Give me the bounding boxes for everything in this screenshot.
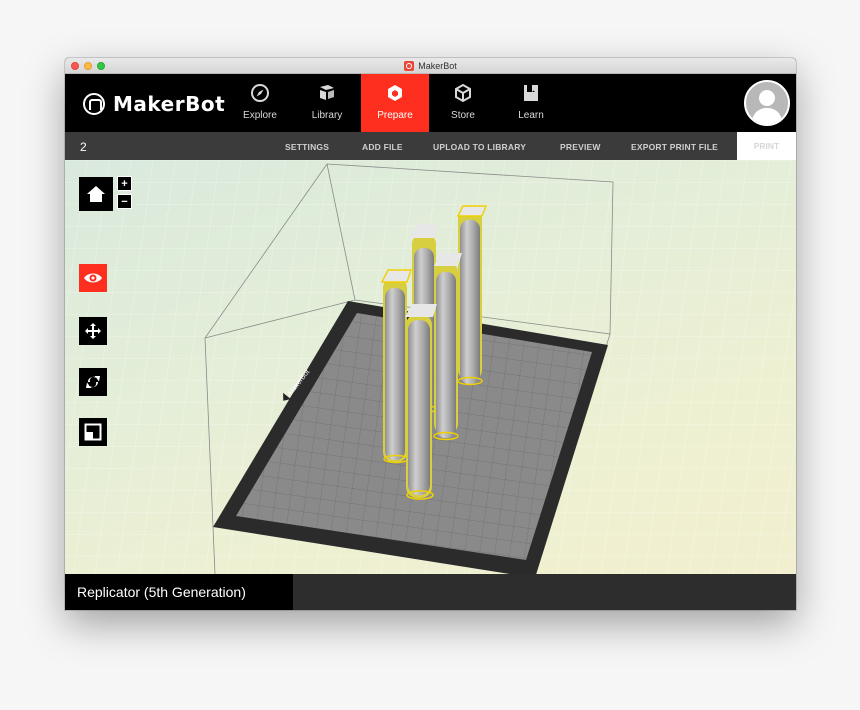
tab-library[interactable]: Library bbox=[293, 74, 361, 132]
stack-icon bbox=[320, 85, 334, 100]
object-count: 2 bbox=[80, 140, 87, 154]
tab-store[interactable]: Store bbox=[429, 74, 497, 132]
scale-tool-button[interactable] bbox=[79, 418, 107, 446]
settings-button[interactable]: SETTINGS bbox=[285, 142, 329, 152]
window-controls bbox=[71, 62, 105, 70]
book-icon bbox=[524, 85, 538, 101]
title-bar: MakerBot bbox=[65, 58, 796, 74]
tab-explore[interactable]: Explore bbox=[226, 74, 294, 132]
home-view-button[interactable] bbox=[79, 177, 113, 211]
printer-selector[interactable]: Replicator (5th Generation) bbox=[65, 574, 293, 610]
view-tool-button[interactable] bbox=[79, 264, 107, 292]
add-file-button[interactable]: ADD FILE bbox=[362, 142, 403, 152]
brand-name: MakerBot bbox=[113, 92, 226, 116]
tab-library-label: Library bbox=[311, 110, 343, 121]
preview-button[interactable]: PREVIEW bbox=[560, 142, 601, 152]
3d-viewport[interactable]: MakerBot + − bbox=[65, 160, 796, 574]
tab-explore-label: Explore bbox=[243, 110, 277, 121]
zoom-out-button[interactable]: − bbox=[117, 194, 132, 209]
user-avatar-icon[interactable] bbox=[744, 80, 790, 126]
tab-learn[interactable]: Learn bbox=[497, 74, 565, 132]
cube-icon bbox=[388, 85, 402, 101]
minimize-window-button[interactable] bbox=[84, 62, 92, 70]
tab-store-label: Store bbox=[451, 110, 475, 121]
prepare-toolbar: 2 SETTINGS ADD FILE UPLOAD TO LIBRARY PR… bbox=[65, 132, 796, 160]
model-column-back bbox=[456, 205, 488, 386]
move-tool-button[interactable] bbox=[79, 317, 107, 345]
upload-to-library-button[interactable]: UPLOAD TO LIBRARY bbox=[433, 142, 526, 152]
app-window: MakerBot MakerBot Explore Library Prepar… bbox=[65, 58, 796, 610]
makerbot-logo[interactable]: MakerBot bbox=[83, 92, 225, 116]
export-print-file-button[interactable]: EXPORT PRINT FILE bbox=[631, 142, 718, 152]
tab-prepare[interactable]: Prepare bbox=[361, 74, 429, 132]
eye-icon bbox=[84, 273, 102, 283]
tab-learn-label: Learn bbox=[518, 110, 544, 121]
window-title-group: MakerBot bbox=[404, 60, 457, 71]
box-icon bbox=[455, 83, 471, 103]
top-navigation: MakerBot Explore Library Prepare Store L… bbox=[65, 74, 796, 132]
build-scene: MakerBot bbox=[65, 160, 796, 574]
close-window-button[interactable] bbox=[71, 62, 79, 70]
rotate-tool-button[interactable] bbox=[79, 368, 107, 396]
maximize-window-button[interactable] bbox=[97, 62, 105, 70]
scale-icon bbox=[84, 423, 102, 441]
rotate-icon bbox=[86, 376, 100, 388]
makerbot-app-icon bbox=[404, 60, 415, 71]
makerbot-logo-icon bbox=[83, 93, 105, 115]
home-icon bbox=[87, 186, 105, 202]
model-column-mid-right bbox=[433, 253, 462, 441]
status-bar: Replicator (5th Generation) bbox=[65, 574, 796, 610]
print-button[interactable]: PRINT bbox=[737, 132, 796, 160]
zoom-in-button[interactable]: + bbox=[117, 176, 132, 191]
compass-icon bbox=[251, 84, 269, 102]
window-title: MakerBot bbox=[418, 60, 457, 71]
tab-prepare-label: Prepare bbox=[377, 110, 413, 121]
move-icon bbox=[85, 323, 101, 339]
